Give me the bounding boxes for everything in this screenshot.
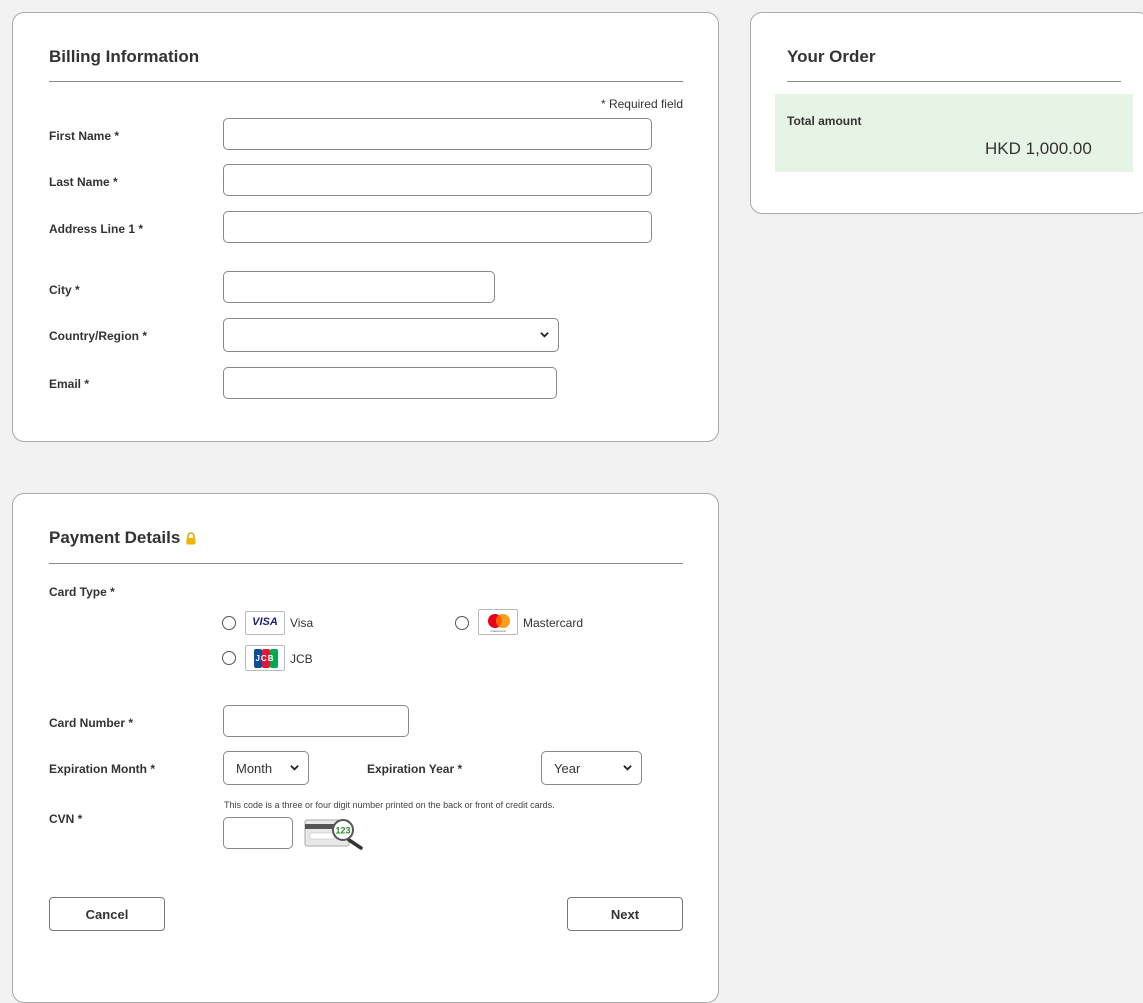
payment-title-row: Payment Details (49, 528, 197, 548)
card-number-label: Card Number * (49, 716, 134, 730)
total-amount-label: Total amount (787, 114, 862, 128)
expiration-month-label: Expiration Month * (49, 762, 155, 776)
jcb-logo-text: JCB (255, 654, 275, 663)
cancel-button[interactable]: Cancel (49, 897, 165, 931)
cvn-label: CVN * (49, 812, 83, 826)
payment-title: Payment Details (49, 528, 181, 547)
jcb-radio[interactable] (222, 651, 236, 665)
cvn-card-magnifier-icon: 123 (304, 819, 363, 850)
expiration-year-selected: Year (554, 761, 581, 776)
payment-panel: Payment Details Card Type * VISA Visa ma… (12, 493, 719, 1003)
mastercard-radio[interactable] (455, 616, 469, 630)
billing-title: Billing Information (49, 47, 200, 66)
address-line-1-label: Address Line 1 * (49, 222, 144, 236)
email-label: Email * (49, 377, 90, 391)
jcb-label: JCB (290, 652, 313, 666)
address-line-1-input[interactable] (223, 211, 652, 243)
country-region-select[interactable] (223, 318, 559, 352)
expiration-year-label: Expiration Year * (367, 762, 463, 776)
last-name-label: Last Name * (49, 175, 118, 189)
mastercard-label: Mastercard (523, 616, 584, 630)
billing-divider (49, 81, 683, 82)
payment-divider (49, 563, 683, 564)
visa-logo-text: VISA (252, 616, 278, 628)
visa-label: Visa (290, 616, 314, 630)
mastercard-logo: mastercard (478, 609, 518, 635)
cvn-icon-text: 123 (335, 826, 350, 836)
lock-icon (186, 531, 196, 544)
email-input[interactable] (223, 367, 557, 399)
required-field-note: * Required field (600, 97, 683, 111)
expiration-year-select[interactable]: Year (541, 751, 642, 785)
last-name-input[interactable] (223, 164, 652, 196)
first-name-label: First Name * (49, 129, 120, 143)
mastercard-logo-text: mastercard (490, 629, 506, 633)
card-number-input[interactable] (223, 705, 409, 737)
order-title: Your Order (787, 47, 876, 66)
total-amount-box: Total amount HKD 1,000.00 (775, 94, 1133, 172)
visa-radio[interactable] (222, 616, 236, 630)
city-label: City * (49, 283, 80, 297)
visa-logo: VISA (245, 611, 285, 635)
next-button[interactable]: Next (567, 897, 683, 931)
expiration-month-selected: Month (236, 761, 273, 776)
jcb-logo: JCB (245, 645, 285, 671)
city-input[interactable] (223, 271, 495, 303)
expiration-month-select[interactable]: Month (223, 751, 309, 785)
order-divider (787, 81, 1121, 82)
cvn-input[interactable] (223, 817, 293, 849)
billing-panel: Billing Information * Required field Fir… (12, 12, 719, 442)
country-region-label: Country/Region * (49, 329, 147, 343)
cvn-hint: This code is a three or four digit numbe… (224, 800, 555, 810)
total-amount-value: HKD 1,000.00 (985, 139, 1092, 158)
chevron-down-icon (290, 765, 299, 771)
chevron-down-icon (623, 765, 632, 771)
card-type-label: Card Type * (49, 585, 115, 599)
order-panel: Your Order Total amount HKD 1,000.00 (750, 12, 1143, 214)
chevron-down-icon (540, 332, 549, 338)
first-name-input[interactable] (223, 118, 652, 150)
